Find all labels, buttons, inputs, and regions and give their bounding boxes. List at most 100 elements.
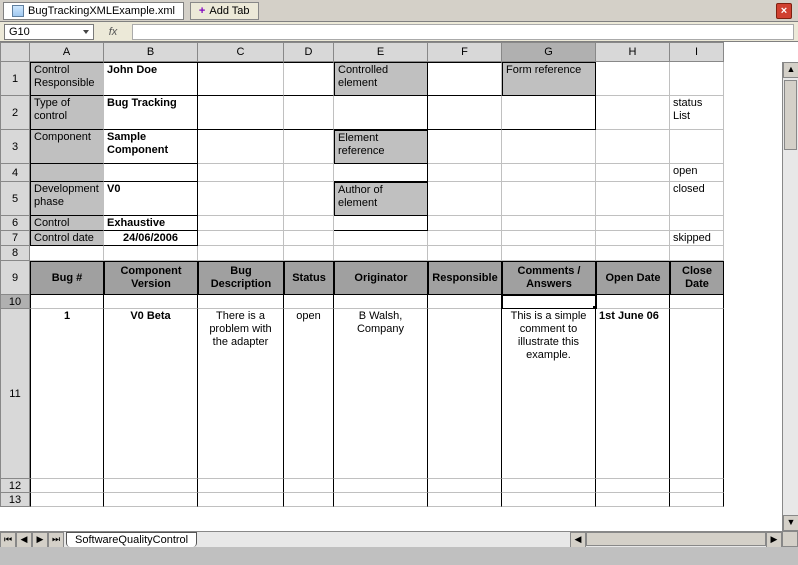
col-header-status[interactable]: Status (284, 261, 334, 295)
cell[interactable] (428, 493, 502, 507)
cell[interactable] (334, 479, 428, 493)
cell-desc[interactable]: There is a problem with the adapter (198, 309, 284, 479)
cell[interactable]: Development phase (30, 182, 104, 216)
file-tab[interactable]: BugTrackingXMLExample.xml (3, 2, 184, 20)
name-box[interactable]: G10 (4, 24, 94, 40)
col-header-closedate[interactable]: Close Date (670, 261, 724, 295)
tab-last-button[interactable]: ⏭ (48, 532, 64, 547)
row-header-1[interactable]: 1 (0, 62, 30, 96)
cell-originator[interactable]: B Walsh, Company (334, 309, 428, 479)
cell[interactable]: John Doe (104, 62, 198, 96)
cell[interactable] (596, 216, 670, 231)
cell[interactable] (30, 493, 104, 507)
cell[interactable] (198, 182, 284, 216)
cell[interactable]: Control date (30, 231, 104, 246)
add-tab-button[interactable]: + Add Tab (190, 2, 259, 20)
cell[interactable] (596, 295, 670, 309)
row-header-4[interactable]: 4 (0, 164, 30, 182)
cell[interactable] (198, 130, 284, 164)
active-cell[interactable] (502, 295, 596, 309)
cell[interactable] (104, 246, 198, 261)
cell[interactable]: V0 (104, 182, 198, 216)
cell[interactable] (104, 295, 198, 309)
cell[interactable] (502, 96, 596, 130)
cell[interactable] (334, 246, 428, 261)
row-header-3[interactable]: 3 (0, 130, 30, 164)
cell[interactable]: skipped (670, 231, 724, 246)
cell[interactable] (428, 231, 502, 246)
cell[interactable]: Control Responsible (30, 62, 104, 96)
select-all-corner[interactable] (0, 42, 30, 62)
cell[interactable]: Control (30, 216, 104, 231)
col-header-bugnum[interactable]: Bug # (30, 261, 104, 295)
cell[interactable] (30, 479, 104, 493)
cell[interactable] (30, 295, 104, 309)
cell[interactable] (428, 182, 502, 216)
cell[interactable] (198, 164, 284, 182)
cell[interactable] (428, 164, 502, 182)
cell[interactable] (596, 182, 670, 216)
cell[interactable]: closed (670, 182, 724, 216)
cell[interactable] (596, 479, 670, 493)
row-header-9[interactable]: 9 (0, 261, 30, 295)
tab-next-button[interactable]: ▶ (32, 532, 48, 547)
formula-input[interactable] (132, 24, 794, 40)
cell[interactable] (596, 130, 670, 164)
col-header-H[interactable]: H (596, 42, 670, 62)
col-header-compver[interactable]: Component Version (104, 261, 198, 295)
cell[interactable] (670, 493, 724, 507)
cell[interactable] (596, 493, 670, 507)
cell-status[interactable]: open (284, 309, 334, 479)
cell[interactable] (502, 164, 596, 182)
row-header-6[interactable]: 6 (0, 216, 30, 231)
cell[interactable] (428, 479, 502, 493)
cell[interactable] (502, 182, 596, 216)
cell[interactable]: Author of element (334, 182, 428, 216)
cell-bugnum[interactable]: 1 (30, 309, 104, 479)
cell[interactable] (198, 231, 284, 246)
cell[interactable] (198, 246, 284, 261)
cell[interactable] (284, 246, 334, 261)
cell[interactable] (428, 96, 502, 130)
cell[interactable]: Type of control (30, 96, 104, 130)
cell[interactable] (334, 493, 428, 507)
cell[interactable]: open (670, 164, 724, 182)
col-header-D[interactable]: D (284, 42, 334, 62)
cell[interactable] (596, 62, 670, 96)
col-header-B[interactable]: B (104, 42, 198, 62)
cell[interactable] (284, 130, 334, 164)
cell[interactable]: Element reference (334, 130, 428, 164)
cell-comments[interactable]: This is a simple comment to illustrate t… (502, 309, 596, 479)
col-header-comments[interactable]: Comments / Answers (502, 261, 596, 295)
cell-compver[interactable]: V0 Beta (104, 309, 198, 479)
cell-closedate[interactable] (670, 309, 724, 479)
cell[interactable] (670, 216, 724, 231)
cell[interactable] (428, 246, 502, 261)
cell[interactable] (284, 479, 334, 493)
cell[interactable] (334, 216, 428, 231)
cell[interactable]: Sample Component (104, 130, 198, 164)
cell-responsible[interactable] (428, 309, 502, 479)
col-header-desc[interactable]: Bug Description (198, 261, 284, 295)
cell[interactable] (428, 130, 502, 164)
cell-opendate[interactable]: 1st June 06 (596, 309, 670, 479)
row-header-13[interactable]: 13 (0, 493, 30, 507)
col-header-I[interactable]: I (670, 42, 724, 62)
cell[interactable] (284, 62, 334, 96)
row-header-12[interactable]: 12 (0, 479, 30, 493)
close-icon[interactable]: × (776, 3, 792, 19)
scroll-thumb[interactable] (784, 80, 797, 150)
cell[interactable] (428, 62, 502, 96)
vertical-scrollbar[interactable]: ▲ ▼ (782, 62, 798, 531)
cell[interactable] (284, 182, 334, 216)
cell[interactable] (284, 164, 334, 182)
row-header-11[interactable]: 11 (0, 309, 30, 479)
row-header-2[interactable]: 2 (0, 96, 30, 130)
row-header-5[interactable]: 5 (0, 182, 30, 216)
grid[interactable]: Control Responsible John Doe Controlled … (30, 62, 782, 531)
cell[interactable]: Component (30, 130, 104, 164)
scroll-up-button[interactable]: ▲ (783, 62, 798, 78)
cell[interactable] (30, 164, 104, 182)
cell[interactable] (502, 493, 596, 507)
cell[interactable] (334, 96, 428, 130)
